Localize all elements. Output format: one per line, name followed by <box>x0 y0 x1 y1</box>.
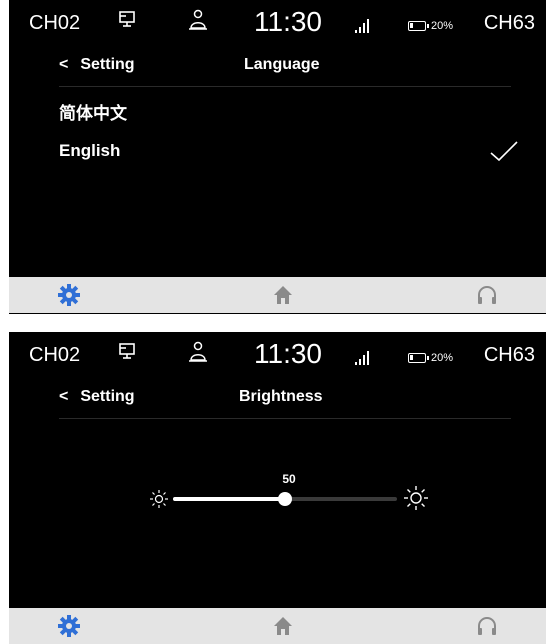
home-icon[interactable] <box>271 614 295 638</box>
chevron-left-icon: < <box>59 56 69 73</box>
battery-percent: 20% <box>431 352 454 364</box>
language-option-label: English <box>59 141 121 160</box>
page-header: < Setting Language <box>59 48 511 87</box>
page-title: Language <box>244 56 320 73</box>
brightness-high-icon <box>403 485 429 516</box>
left-channel-label: CH02 <box>29 344 81 366</box>
battery-percent: 20% <box>431 20 454 32</box>
headphones-icon[interactable] <box>475 283 499 307</box>
language-screen: CH02 11:30 20% CH63 < Setting Language 简… <box>9 0 546 314</box>
back-button[interactable]: < Setting <box>59 388 135 406</box>
signal-icon <box>354 14 372 40</box>
battery-status: 20% <box>408 345 453 371</box>
right-channel-label: CH63 <box>483 344 535 366</box>
user-icon <box>187 8 209 39</box>
clock-time: 11:30 <box>254 338 322 369</box>
brightness-screen: CH02 11:30 20% CH63 < Setting Brightness… <box>9 332 546 644</box>
battery-icon <box>408 353 429 363</box>
left-channel-label: CH02 <box>29 12 81 34</box>
status-bar: CH02 11:30 20% CH63 <box>9 0 546 48</box>
back-label: Setting <box>80 388 135 405</box>
computer-icon <box>117 9 139 38</box>
slider-fill <box>173 497 285 501</box>
bottom-nav-bar <box>9 608 546 644</box>
slider-track[interactable] <box>173 492 397 506</box>
home-icon[interactable] <box>271 283 295 307</box>
page-title: Brightness <box>239 388 323 405</box>
status-bar: CH02 11:30 20% CH63 <box>9 332 546 380</box>
bottom-nav-bar <box>9 277 546 313</box>
signal-icon <box>354 346 372 372</box>
clock-time: 11:30 <box>254 6 322 37</box>
back-label: Setting <box>80 56 135 73</box>
computer-icon <box>117 341 139 370</box>
headphones-icon[interactable] <box>475 614 499 638</box>
right-channel-label: CH63 <box>483 12 535 34</box>
user-icon <box>187 340 209 371</box>
page-header: < Setting Brightness <box>59 380 511 419</box>
brightness-value: 50 <box>282 472 296 486</box>
language-option-label: 简体中文 <box>59 104 127 123</box>
battery-icon <box>408 21 429 31</box>
battery-status: 20% <box>408 13 453 39</box>
language-option-english[interactable]: English <box>59 133 519 169</box>
gear-icon[interactable] <box>57 614 81 638</box>
brightness-low-icon <box>149 489 169 514</box>
brightness-slider[interactable]: 50 <box>149 462 439 522</box>
slider-thumb[interactable] <box>278 492 292 506</box>
language-option-chinese[interactable]: 简体中文 <box>59 96 519 132</box>
checkmark-icon <box>489 139 519 176</box>
back-button[interactable]: < Setting <box>59 56 135 74</box>
gear-icon[interactable] <box>57 283 81 307</box>
chevron-left-icon: < <box>59 388 69 405</box>
